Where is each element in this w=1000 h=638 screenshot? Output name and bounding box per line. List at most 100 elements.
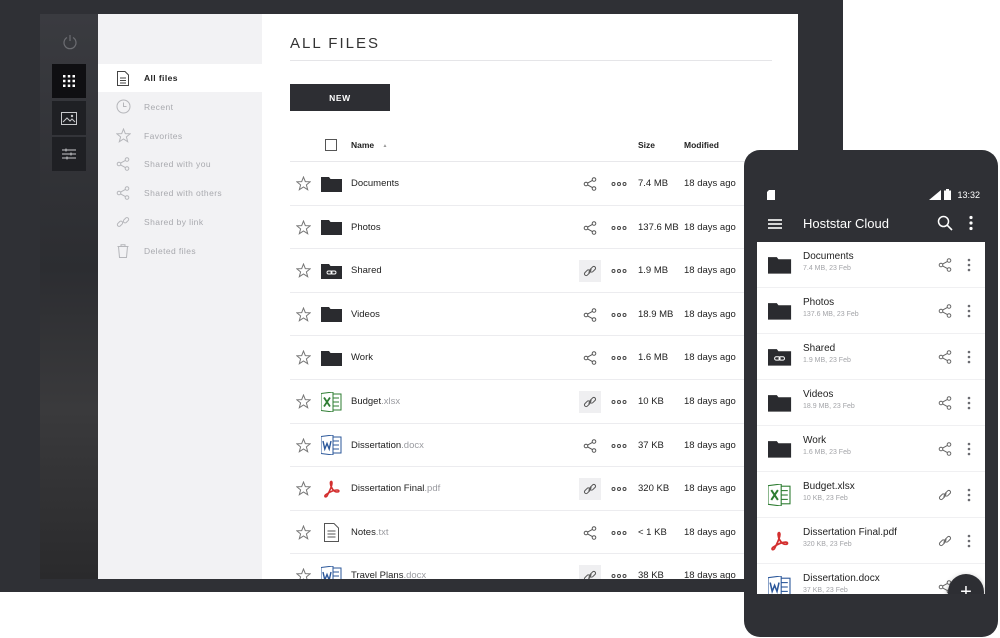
table-row[interactable]: Dissertation.docx 37 KB 18 days ago — [290, 424, 798, 468]
column-header-modified[interactable]: Modified — [684, 140, 719, 150]
column-header-size[interactable]: Size — [638, 140, 655, 150]
link-icon[interactable] — [579, 565, 601, 579]
more-options-icon[interactable] — [610, 479, 628, 499]
share-icon[interactable] — [579, 435, 601, 457]
file-name[interactable]: Photos — [351, 222, 381, 233]
favorite-star-icon[interactable] — [295, 306, 312, 322]
file-name[interactable]: Notes.txt — [351, 527, 389, 538]
favorite-star-icon[interactable] — [295, 350, 312, 366]
table-row[interactable]: Videos 18.9 MB 18 days ago — [290, 293, 798, 337]
file-name[interactable]: Budget.xlsx — [351, 396, 400, 407]
table-row[interactable]: Shared 1.9 MB 18 days ago — [290, 249, 798, 293]
more-options-icon[interactable] — [610, 523, 628, 543]
favorite-star-icon[interactable] — [295, 524, 312, 540]
more-options-icon[interactable] — [610, 218, 628, 238]
more-options-icon[interactable] — [610, 566, 628, 579]
more-options-icon[interactable] — [610, 348, 628, 368]
file-name[interactable]: Shared — [351, 265, 382, 276]
file-size: 37 KB — [638, 439, 664, 451]
link-icon[interactable] — [938, 488, 952, 502]
more-options-icon[interactable] — [966, 487, 972, 503]
share-icon[interactable] — [938, 258, 952, 272]
favorite-star-icon[interactable] — [295, 393, 312, 409]
search-icon[interactable] — [937, 215, 953, 231]
share-icon[interactable] — [938, 350, 952, 364]
file-meta: 137.6 MB, 23 Feb — [803, 311, 859, 318]
link-icon[interactable] — [579, 478, 601, 501]
more-options-icon[interactable] — [610, 261, 628, 281]
share-icon[interactable] — [579, 217, 601, 239]
share-icon[interactable] — [579, 173, 601, 195]
link-icon[interactable] — [938, 534, 952, 548]
link-icon[interactable] — [579, 391, 601, 413]
rail-files-button[interactable] — [52, 64, 86, 98]
list-item[interactable]: Dissertation Final.pdf 320 KB, 23 Feb — [757, 518, 985, 564]
overflow-menu-icon[interactable] — [967, 215, 975, 231]
list-item[interactable]: Videos 18.9 MB, 23 Feb — [757, 380, 985, 426]
list-item[interactable]: Documents 7.4 MB, 23 Feb — [757, 242, 985, 288]
share-icon[interactable] — [579, 347, 601, 369]
file-modified: 18 days ago — [684, 178, 736, 189]
share-icon[interactable] — [938, 396, 952, 410]
list-item[interactable]: Work 1.6 MB, 23 Feb — [757, 426, 985, 472]
table-row[interactable]: Work 1.6 MB 18 days ago — [290, 336, 798, 380]
more-options-icon[interactable] — [610, 174, 628, 194]
table-row[interactable]: Travel Plans.docx 38 KB 18 days ago — [290, 554, 798, 579]
table-row[interactable]: Documents 7.4 MB 18 days ago — [290, 162, 798, 206]
table-row[interactable]: Notes.txt < 1 KB 18 days ago — [290, 511, 798, 555]
file-extension: .txt — [375, 526, 389, 538]
more-options-icon[interactable] — [610, 436, 628, 456]
share-icon[interactable] — [938, 304, 952, 318]
list-item[interactable]: Photos 137.6 MB, 23 Feb — [757, 288, 985, 334]
favorite-star-icon[interactable] — [295, 437, 312, 453]
more-options-icon[interactable] — [966, 303, 972, 319]
sidebar-item-recent[interactable]: Recent — [98, 93, 262, 121]
file-name[interactable]: Work — [351, 352, 373, 363]
favorite-star-icon[interactable] — [295, 175, 312, 191]
file-name[interactable]: Videos — [351, 309, 380, 320]
hamburger-menu-icon[interactable] — [768, 217, 782, 231]
sidebar-item-all-files[interactable]: All files — [98, 64, 262, 92]
sidebar-item-deleted-files[interactable]: Deleted files — [98, 237, 262, 265]
new-button[interactable]: NEW — [290, 84, 390, 111]
power-icon[interactable] — [62, 34, 78, 50]
select-all-checkbox[interactable] — [325, 139, 337, 151]
rail-gallery-button[interactable] — [52, 101, 86, 135]
share-icon[interactable] — [938, 442, 952, 456]
more-options-icon[interactable] — [966, 533, 972, 549]
share-icon[interactable] — [579, 304, 601, 326]
table-row[interactable]: Dissertation Final.pdf 320 KB 18 days ag… — [290, 467, 798, 511]
rail-settings-button[interactable] — [52, 137, 86, 171]
file-name-base: Work — [351, 352, 373, 364]
file-name-base: Travel Plans — [351, 570, 404, 579]
favorite-star-icon[interactable] — [295, 262, 312, 279]
sidebar-item-shared-with-you[interactable]: Shared with you — [98, 150, 262, 178]
more-options-icon[interactable] — [966, 395, 972, 411]
list-item[interactable]: Budget.xlsx 10 KB, 23 Feb — [757, 472, 985, 518]
favorite-star-icon[interactable] — [295, 480, 312, 497]
sidebar-item-favorites[interactable]: Favorites — [98, 122, 262, 150]
file-name[interactable]: Documents — [351, 178, 399, 189]
file-name[interactable]: Dissertation Final.pdf — [351, 483, 440, 494]
sidebar-item-shared-with-others[interactable]: Shared with others — [98, 179, 262, 207]
favorite-star-icon[interactable] — [295, 219, 312, 235]
file-extension: .docx — [403, 570, 427, 579]
list-item[interactable]: Shared 1.9 MB, 23 Feb — [757, 334, 985, 380]
file-name-base: Documents — [351, 178, 400, 189]
link-icon[interactable] — [579, 260, 601, 283]
more-options-icon[interactable] — [966, 257, 972, 273]
share-icon — [115, 156, 131, 172]
table-row[interactable]: Photos 137.6 MB 18 days ago — [290, 206, 798, 250]
file-name[interactable]: Travel Plans.docx — [351, 570, 426, 579]
more-options-icon[interactable] — [966, 441, 972, 457]
share-icon[interactable] — [579, 522, 601, 544]
table-row[interactable]: Budget.xlsx 10 KB 18 days ago — [290, 380, 798, 424]
file-name-base: Dissertation — [351, 439, 402, 451]
more-options-icon[interactable] — [610, 305, 628, 325]
file-name[interactable]: Dissertation.docx — [351, 440, 424, 451]
sidebar-item-shared-by-link[interactable]: Shared by link — [98, 208, 262, 236]
column-header-name[interactable]: Name ▲ — [351, 140, 387, 150]
more-options-icon[interactable] — [966, 349, 972, 365]
more-options-icon[interactable] — [610, 392, 628, 412]
favorite-star-icon[interactable] — [295, 568, 312, 579]
